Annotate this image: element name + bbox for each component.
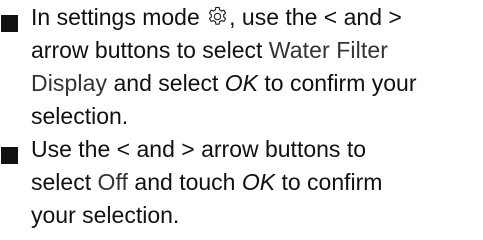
ok-term: OK — [241, 169, 276, 195]
right-arrow-glyph: > — [388, 4, 402, 30]
text-line: your selection. — [31, 199, 481, 232]
text-segment: In settings mode — [31, 4, 207, 30]
text-line: Display and select OK to confirm your — [31, 67, 481, 100]
gear-icon — [209, 6, 227, 25]
display-term: Off — [97, 169, 129, 195]
text-line: arrow buttons to select Water Filter — [31, 34, 481, 67]
square-bullet-icon — [1, 147, 18, 164]
text-segment: , use the — [229, 4, 324, 30]
text-segment: selection. — [31, 103, 129, 129]
text-line: Use the < and > arrow buttons to — [31, 133, 481, 166]
ok-term: OK — [224, 70, 258, 96]
text-segment: select — [31, 169, 98, 195]
text-line: select Off and touch OK to confirm — [31, 166, 481, 199]
instruction-text: Use the < and > arrow buttons to select … — [31, 133, 481, 232]
text-segment: Use the — [31, 136, 117, 162]
text-segment: your selection. — [31, 202, 180, 228]
text-segment: arrow buttons to select — [31, 37, 269, 63]
text-segment: and — [130, 136, 182, 162]
square-bullet-icon — [1, 15, 18, 32]
text-segment: and — [337, 4, 389, 30]
text-segment: arrow buttons to — [194, 136, 366, 162]
instruction-list: In settings mode , use the < and > arrow… — [0, 0, 483, 240]
text-segment: to confirm your — [258, 70, 417, 96]
left-arrow-glyph: < — [323, 4, 338, 30]
left-arrow-glyph: < — [116, 136, 131, 162]
text-segment: and select — [107, 70, 225, 96]
right-arrow-glyph: > — [181, 136, 195, 162]
text-line: In settings mode , use the < and > — [31, 1, 481, 34]
text-segment: to confirm — [275, 169, 383, 195]
text-segment: and touch — [128, 169, 242, 195]
text-line: selection. — [31, 100, 481, 133]
display-term: Display — [31, 70, 108, 96]
instruction-text: In settings mode , use the < and > arrow… — [31, 1, 481, 133]
display-term: Water Filter — [268, 37, 388, 63]
